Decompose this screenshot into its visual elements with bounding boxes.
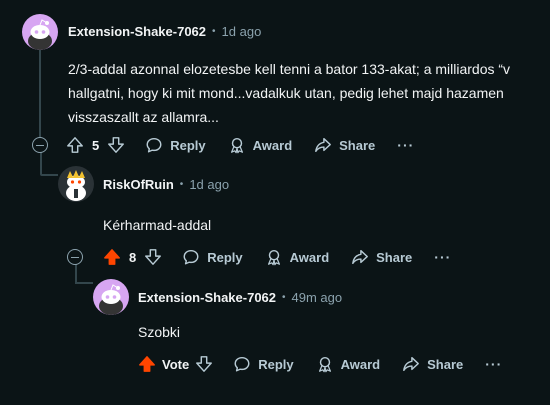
comment-line: 2/3-addal azonnal elozetesbe kell tenni … [68, 61, 511, 77]
share-icon [351, 248, 369, 266]
share-icon [314, 136, 332, 154]
award-button[interactable]: Award [316, 355, 381, 373]
upvote-filled-icon[interactable] [103, 248, 121, 266]
reply-button[interactable]: Reply [145, 136, 206, 154]
avatar[interactable] [22, 14, 58, 50]
comment-body: Szobki [138, 324, 181, 340]
reply-button[interactable]: Reply [182, 248, 243, 266]
award-label: Award [252, 137, 293, 153]
award-icon [265, 248, 283, 266]
author-link[interactable]: Extension-Shake-7062 [68, 24, 206, 39]
award-label: Award [340, 356, 381, 372]
comment-body: 2/3-addal azonnal elozetesbe kell tenni … [68, 57, 510, 129]
thread-line [39, 50, 41, 138]
reply-button[interactable]: Reply [233, 355, 294, 373]
timestamp[interactable]: 1d ago [222, 24, 262, 39]
comment-actions: 5 Reply Award Share ··· [66, 131, 414, 159]
avatar[interactable] [58, 166, 94, 202]
share-icon [402, 355, 420, 373]
more-options-button[interactable]: ··· [485, 356, 502, 372]
comment-line: hallgatni, hogy ki mit mond...vadalkuk u… [68, 85, 504, 101]
award-button[interactable]: Award [228, 136, 293, 154]
award-button[interactable]: Award [265, 248, 330, 266]
share-label: Share [427, 356, 464, 372]
award-icon [316, 355, 334, 373]
share-label: Share [376, 249, 413, 265]
separator: • [282, 292, 286, 303]
comment-actions: 8 Reply Award Share ··· [103, 243, 451, 271]
timestamp[interactable]: 49m ago [292, 290, 343, 305]
comment-meta: Extension-Shake-7062 • 1d ago [68, 24, 261, 39]
collapse-thread-button[interactable] [32, 137, 48, 153]
downvote-icon[interactable] [144, 248, 162, 266]
downvote-icon[interactable] [195, 355, 213, 373]
separator: • [179, 179, 184, 190]
collapse-thread-button[interactable] [67, 249, 83, 265]
vote-control: 5 [66, 136, 125, 154]
more-options-button[interactable]: ··· [434, 249, 451, 265]
reply-icon [233, 355, 251, 373]
comment-meta: RiskOfRuin • 1d ago [103, 177, 229, 192]
vote-control: Vote [138, 355, 213, 373]
share-button[interactable]: Share [351, 248, 412, 266]
thread-connector [40, 152, 42, 174]
vote-label: Vote [162, 356, 190, 372]
share-label: Share [339, 137, 376, 153]
award-icon [228, 136, 246, 154]
comment-body: Kérharmad-addal [103, 217, 212, 233]
comment-meta: Extension-Shake-7062 • 49m ago [138, 290, 342, 305]
reply-icon [145, 136, 163, 154]
author-link[interactable]: Extension-Shake-7062 [138, 290, 276, 305]
vote-control: 8 [103, 248, 162, 266]
reply-label: Reply [170, 137, 206, 153]
upvote-filled-icon[interactable] [138, 355, 156, 373]
upvote-icon[interactable] [66, 136, 84, 154]
separator: • [212, 26, 216, 37]
share-button[interactable]: Share [314, 136, 375, 154]
reply-label: Reply [207, 249, 243, 265]
downvote-icon[interactable] [107, 136, 125, 154]
timestamp[interactable]: 1d ago [189, 177, 229, 192]
snoo-avatar-icon [93, 279, 129, 315]
reply-icon [182, 248, 200, 266]
author-link[interactable]: RiskOfRuin [103, 177, 174, 192]
comment-line: visszaszallt az allamra... [68, 109, 219, 125]
more-options-button[interactable]: ··· [397, 137, 414, 153]
award-label: Award [289, 249, 330, 265]
reply-label: Reply [258, 356, 294, 372]
avatar[interactable] [93, 279, 129, 315]
score: 5 [92, 137, 100, 153]
thread-line [75, 264, 77, 282]
share-button[interactable]: Share [402, 355, 463, 373]
thread-connector [75, 282, 93, 284]
thread-connector [40, 174, 58, 176]
snoo-avatar-icon [58, 166, 94, 202]
score: 8 [129, 249, 137, 265]
snoo-avatar-icon [22, 14, 58, 50]
comment-actions: Vote Reply Award Share ··· [138, 350, 502, 378]
